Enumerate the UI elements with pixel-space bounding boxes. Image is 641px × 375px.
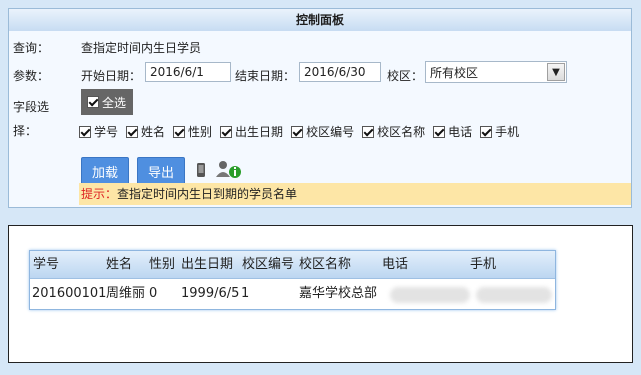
col-header-gender[interactable]: 性别 [149,251,175,278]
checkbox-icon [362,125,375,138]
query-label: 查询： [13,41,50,55]
cell-campus-code: 1 [241,286,250,301]
cell-phone-redacted [390,287,470,303]
cell-campus-name: 嘉华学校总部 [299,286,378,301]
result-grid: 学号 姓名 性别 出生日期 校区编号 校区名称 电话 手机 201600101 … [29,250,556,310]
field-checkbox-id[interactable]: 学号 [79,123,118,140]
checkbox-icon [480,125,493,138]
grid-header: 学号 姓名 性别 出生日期 校区编号 校区名称 电话 手机 [30,251,555,279]
export-button[interactable]: 导出 [137,157,185,185]
checkbox-icon [291,125,304,138]
chevron-down-icon[interactable]: ▼ [547,63,565,81]
users-info-icon[interactable] [214,159,242,179]
campus-select[interactable]: 所有校区 ▼ [425,61,567,83]
field-checkbox-mobile[interactable]: 手机 [480,123,519,140]
end-date-input[interactable]: 2016/6/30 [299,62,381,82]
col-header-name[interactable]: 姓名 [106,251,132,278]
fields-label: 字段选 [13,100,50,114]
tip-text: 查指定时间内生日到期的学员名单 [117,187,298,201]
table-row[interactable]: 201600101 周维丽 0 1999/6/5 1 嘉华学校总部 [30,279,555,309]
result-area: 学号 姓名 性别 出生日期 校区编号 校区名称 电话 手机 201600101 … [8,225,633,363]
col-header-id[interactable]: 学号 [33,251,59,278]
checkbox-icon [87,96,99,108]
select-all-checkbox[interactable]: 全选 [81,89,133,115]
start-date-label: 开始日期： [81,69,142,83]
tip-bar: 提示：查指定时间内生日到期的学员名单 [79,183,631,205]
field-checkbox-gender[interactable]: 性别 [173,123,212,140]
start-date-input[interactable]: 2016/6/1 [145,62,231,82]
fields-label-cont: 择： [13,124,38,138]
col-header-campus-code[interactable]: 校区编号 [242,251,294,278]
col-header-phone[interactable]: 电话 [382,251,408,278]
end-date-label: 结束日期： [235,69,296,83]
field-checkbox-list: 学号 姓名 性别 出生日期 校区编号 校区名称 电话 手机 [79,123,527,140]
col-header-campus-name[interactable]: 校区名称 [299,251,351,278]
checkbox-icon [173,125,186,138]
cell-gender: 0 [149,286,158,301]
checkbox-icon [79,125,91,138]
panel-body: 查询： 查指定时间内生日学员 参数： 开始日期： 2016/6/1 结束日期： … [9,31,631,207]
campus-select-value: 所有校区 [430,66,479,80]
cell-birthdate: 1999/6/5 [181,286,240,301]
checkbox-icon [433,125,446,138]
col-header-mobile[interactable]: 手机 [470,251,496,278]
checkbox-icon [220,125,233,138]
panel-title: 控制面板 [9,9,631,32]
load-button[interactable]: 加载 [81,157,129,185]
control-panel: 控制面板 查询： 查指定时间内生日学员 参数： 开始日期： 2016/6/1 结… [8,8,632,208]
select-all-label: 全选 [102,95,127,110]
campus-label: 校区： [387,69,424,83]
col-header-birthdate[interactable]: 出生日期 [181,251,233,278]
query-value: 查指定时间内生日学员 [81,41,202,55]
field-checkbox-campus-code[interactable]: 校区编号 [291,123,354,140]
cell-name: 周维丽 [106,286,146,301]
phone-icon[interactable] [196,162,206,178]
checkbox-icon [126,125,139,138]
tip-label: 提示： [81,187,118,201]
field-checkbox-campus-name[interactable]: 校区名称 [362,123,425,140]
field-checkbox-birthdate[interactable]: 出生日期 [220,123,283,140]
field-checkbox-phone[interactable]: 电话 [433,123,472,140]
field-checkbox-name[interactable]: 姓名 [126,123,165,140]
cell-mobile-redacted [476,287,552,303]
cell-id: 201600101 [32,286,107,301]
params-label: 参数： [13,69,50,83]
